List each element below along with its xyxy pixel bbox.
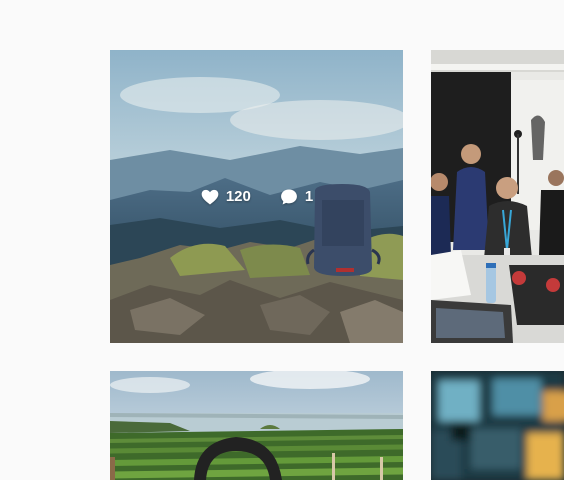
post-tile-1[interactable]: 120 1 [110,50,403,343]
likes-stat: 120 [200,187,251,207]
post-tile-4[interactable] [431,371,564,480]
workshop-people-photo [431,50,564,343]
likes-count: 120 [225,188,251,205]
post-hover-overlay: 120 1 [110,50,403,343]
post-tile-2[interactable] [431,50,564,343]
vineyard-lake-photo [110,371,403,480]
blurred-screens-photo [431,371,564,480]
post-tile-3[interactable] [110,371,403,480]
heart-icon [201,189,219,204]
comments-stat: 1 [279,187,313,207]
comments-count: 1 [304,188,314,205]
comment-bubble-icon [280,189,297,204]
post-grid: 120 1 [0,0,564,480]
